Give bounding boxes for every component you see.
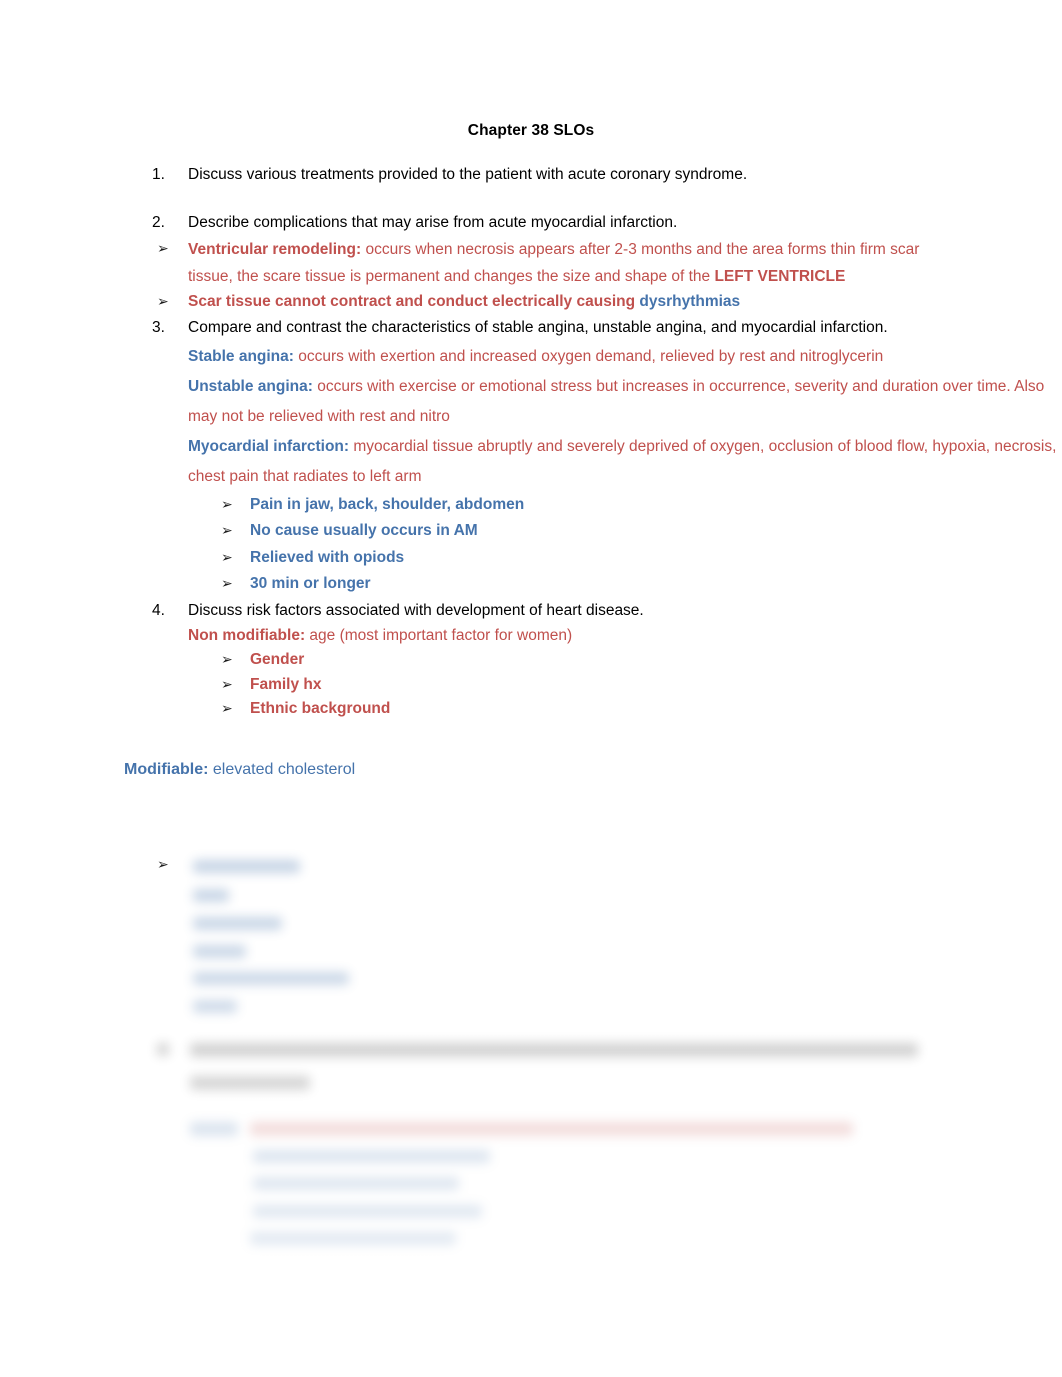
list-item-2: 2. Describe complications that may arise… <box>0 211 1062 235</box>
sub-bullet-mi-2: ➢ Relieved with opiods <box>0 545 1062 572</box>
sub-bullet-mi-1: ➢ No cause usually occurs in AM <box>0 518 1062 545</box>
bullet-label: Ventricular remodeling: <box>188 240 362 258</box>
document-body: 1. Discuss various treatments provided t… <box>0 163 1062 785</box>
definition-stable-angina: Stable angina: occurs with exertion and … <box>0 342 1062 372</box>
list-item-1: 1. Discuss various treatments provided t… <box>0 163 1062 187</box>
list-item-2-text: Describe complications that may arise fr… <box>188 214 678 232</box>
bullet-scar-tissue: ➢ Scar tissue cannot contract and conduc… <box>0 290 1062 314</box>
sub-bullet-nonmod-1: ➢ Family hx <box>0 673 1062 698</box>
bullet-trailing-term: dysrhythmias <box>639 292 741 310</box>
sub-bullet-label: Ethnic background <box>250 700 391 718</box>
document-page: Chapter 38 SLOs 1. Discuss various treat… <box>0 0 1062 1377</box>
list-item-2-number: 2. <box>152 214 165 232</box>
list-item-3-text: Compare and contrast the characteristics… <box>188 319 888 337</box>
definition-body: occurs with exertion and increased oxyge… <box>293 347 884 365</box>
page-title: Chapter 38 SLOs <box>467 122 595 139</box>
definition-label: Stable angina: <box>188 347 294 365</box>
arrow-bullet-icon: ➢ <box>221 549 233 566</box>
modifiable-label: Modifiable: <box>124 761 209 779</box>
sub-bullet-label: Pain in jaw, back, shoulder, abdomen <box>250 495 525 513</box>
arrow-bullet-icon: ➢ <box>221 523 233 540</box>
obscured-content-region <box>0 845 1062 1275</box>
arrow-bullet-icon: ➢ <box>221 576 233 593</box>
list-item-4-text: Discuss risk factors associated with dev… <box>188 601 644 619</box>
modifiable-line: Modifiable: elevated cholesterol <box>0 755 1062 785</box>
bullet-emphasis: LEFT VENTRICLE <box>714 267 846 285</box>
list-item-1-text: Discuss various treatments provided to t… <box>188 166 748 183</box>
arrow-bullet-icon: ➢ <box>157 240 169 257</box>
sub-bullet-mi-0: ➢ Pain in jaw, back, shoulder, abdomen <box>0 492 1062 519</box>
definition-label: Unstable angina: <box>188 377 313 395</box>
definition-label: Myocardial infarction: <box>188 437 350 455</box>
sub-bullet-nonmod-2: ➢ Ethnic background <box>0 697 1062 722</box>
non-modifiable-body: age (most important factor for women) <box>305 626 573 644</box>
sub-bullet-mi-3: ➢ 30 min or longer <box>0 571 1062 598</box>
list-item-3: 3. Compare and contrast the characterist… <box>0 314 1062 342</box>
bullet-ventricular-remodeling: ➢ Ventricular remodeling: occurs when ne… <box>0 236 1062 290</box>
definition-body: occurs with exercise or emotional stress… <box>188 377 1045 425</box>
sub-bullet-nonmod-0: ➢ Gender <box>0 648 1062 673</box>
arrow-bullet-icon: ➢ <box>157 857 169 873</box>
bullet-scar-tissue-content: Scar tissue cannot contract and conduct … <box>188 290 940 314</box>
bullet-label: Scar tissue cannot contract and conduct … <box>188 292 636 310</box>
definition-myocardial-infarction: Myocardial infarction: myocardial tissue… <box>0 432 1062 492</box>
arrow-bullet-icon: ➢ <box>157 293 169 310</box>
bullet-ventricular-remodeling-content: Ventricular remodeling: occurs when necr… <box>188 236 940 290</box>
non-modifiable-line: Non modifiable: age (most important fact… <box>0 623 1062 648</box>
modifiable-body: elevated cholesterol <box>208 761 356 779</box>
sub-bullet-label: Relieved with opiods <box>250 548 405 566</box>
arrow-bullet-icon: ➢ <box>221 651 233 668</box>
sub-bullet-label: 30 min or longer <box>250 575 371 593</box>
arrow-bullet-icon: ➢ <box>221 496 233 513</box>
list-item-3-number: 3. <box>152 319 165 337</box>
content-fade-overlay <box>0 845 1062 1275</box>
non-modifiable-label: Non modifiable: <box>188 626 306 644</box>
sub-bullet-label: Gender <box>250 650 305 668</box>
arrow-bullet-icon: ➢ <box>221 676 233 693</box>
list-item-4-number: 4. <box>152 601 165 619</box>
arrow-bullet-icon: ➢ <box>221 701 233 718</box>
sub-bullet-label: No cause usually occurs in AM <box>250 522 478 540</box>
definition-unstable-angina: Unstable angina: occurs with exercise or… <box>0 372 1062 432</box>
list-item-4: 4. Discuss risk factors associated with … <box>0 598 1062 623</box>
sub-bullet-label: Family hx <box>250 675 322 693</box>
list-item-1-number: 1. <box>152 166 165 183</box>
